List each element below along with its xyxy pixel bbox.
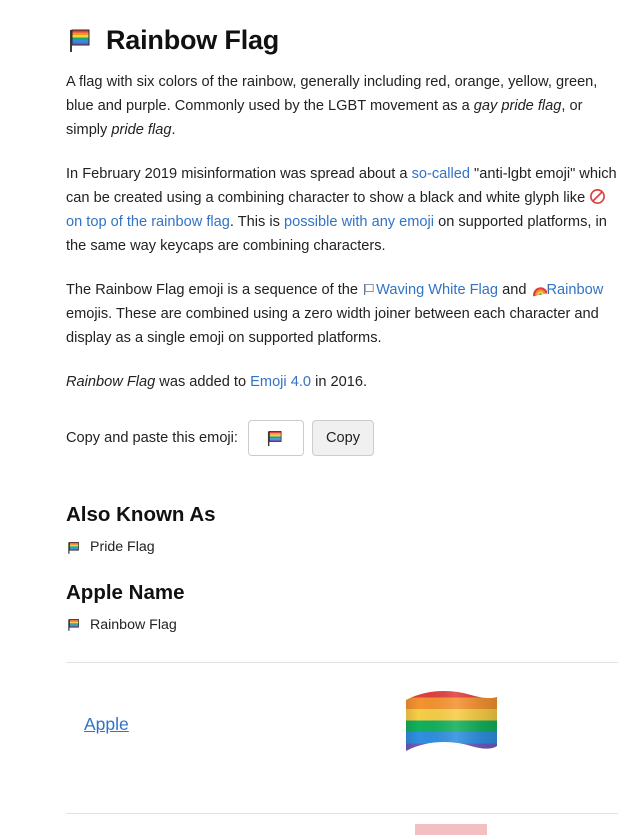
description-paragraph-1: A flag with six colors of the rainbow, g… — [66, 70, 618, 142]
list-item: Pride Flag — [66, 536, 618, 558]
link-waving-white-flag[interactable]: Waving White Flag — [376, 282, 498, 298]
page-title: Rainbow Flag — [66, 24, 618, 56]
p1-italic-gay-pride-flag: gay pride flag — [473, 98, 562, 115]
rainbow-flag-emoji — [265, 427, 287, 449]
list-item-label: Rainbow Flag — [90, 616, 177, 633]
copy-paste-row: Copy and paste this emoji: Copy — [66, 420, 618, 457]
rainbow-flag-emoji — [66, 616, 83, 633]
description-paragraph-4: Rainbow Flag was added to Emoji 4.0 in 2… — [66, 370, 618, 394]
link-on-top-of-the-rainbow-flag[interactable]: on top of the rainbow flag — [66, 214, 230, 230]
link-so-called[interactable]: so-called — [412, 166, 470, 182]
p4-italic-rainbow-flag: Rainbow Flag — [66, 374, 156, 391]
p4-seg1: was added to — [155, 374, 251, 391]
p1-seg3: . — [171, 122, 176, 139]
list-item-label: Pride Flag — [90, 539, 155, 556]
vendor-link-apple[interactable]: Apple — [66, 714, 396, 735]
p1-italic-pride-flag: pride flag — [111, 122, 172, 139]
list-item: Rainbow Flag — [66, 614, 618, 636]
section-heading-also-known-as: Also Known As — [66, 503, 216, 527]
waving-white-flag-icon — [362, 282, 376, 301]
copy-paste-label: Copy and paste this emoji: — [66, 430, 238, 447]
emoji-page: Rainbow Flag A flag with six colors of t… — [0, 0, 640, 840]
emoji-input[interactable] — [247, 420, 304, 457]
prohibited-icon — [589, 188, 606, 209]
copy-button[interactable]: Copy — [311, 420, 375, 457]
section-heading-apple-name: Apple Name — [66, 581, 185, 605]
p2-seg1: In February 2019 misinformation was spre… — [66, 166, 412, 183]
vendor-row-next — [66, 814, 618, 840]
rainbow-flag-emoji — [66, 25, 96, 55]
p3-seg3: emojis. These are combined using a zero … — [66, 306, 599, 347]
rainbow-flag-emoji — [66, 539, 83, 556]
link-rainbow[interactable]: Rainbow — [547, 282, 604, 298]
p3-seg2: and — [498, 282, 531, 299]
rainbow-flag-next-image — [396, 814, 506, 840]
description-paragraph-3: The Rainbow Flag emoji is a sequence of … — [66, 278, 618, 350]
link-possible-with-any-emoji[interactable]: possible with any emoji — [284, 214, 434, 230]
rainbow-flag-apple-image — [396, 686, 506, 764]
page-title-text: Rainbow Flag — [106, 25, 280, 55]
link-emoji-4-0[interactable]: Emoji 4.0 — [250, 374, 311, 390]
p2-seg4: . This is — [229, 214, 284, 231]
p4-seg2: in 2016. — [311, 374, 368, 391]
rainbow-icon — [531, 282, 548, 301]
description-paragraph-2: In February 2019 misinformation was spre… — [66, 162, 618, 258]
vendor-row-apple: Apple — [66, 663, 618, 787]
p3-seg1: The Rainbow Flag emoji is a sequence of … — [66, 282, 363, 299]
